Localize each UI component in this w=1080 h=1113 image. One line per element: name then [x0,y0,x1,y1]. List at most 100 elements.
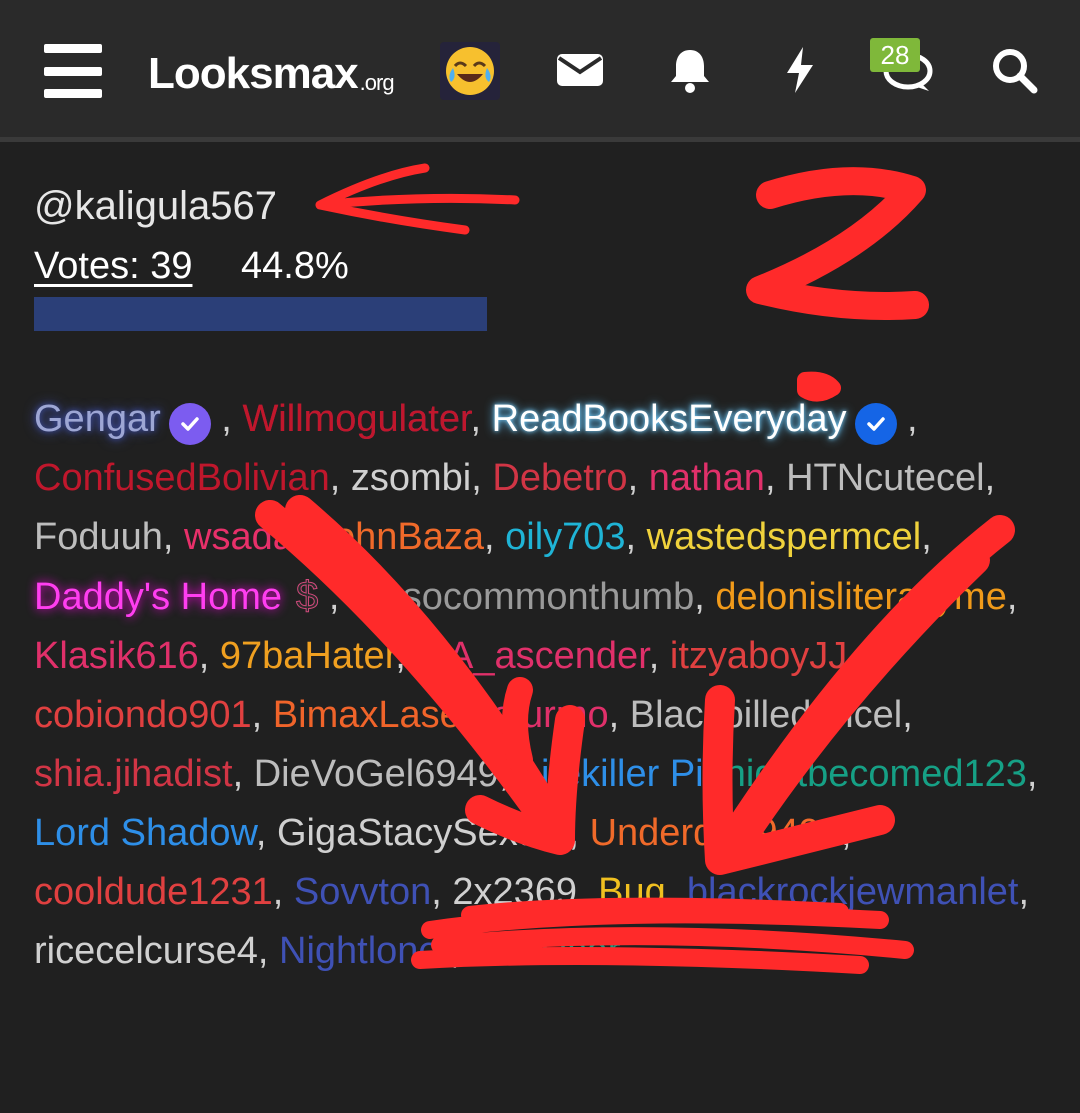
separator: , [255,812,277,854]
voter-link[interactable]: wsada [184,516,294,558]
separator: , [577,871,599,913]
search-icon[interactable] [984,40,1044,100]
voter-link[interactable]: ricecelcurse4 [34,930,258,972]
voter-link[interactable]: Lord Shadow [34,812,256,854]
separator: , [232,753,254,795]
voter-link[interactable]: cobiondo901 [34,694,252,736]
separator: , [329,457,351,499]
separator: , [1026,753,1038,795]
separator: , [198,635,220,677]
separator: , [665,871,687,913]
voter-link[interactable]: Sovvton [294,871,431,913]
separator: , [210,398,243,440]
voter-link[interactable]: 97baHater [220,635,395,677]
annotation-number-2 [746,167,929,320]
voter-link[interactable]: cooldude1231 [34,871,273,913]
voter-link[interactable]: BimaxLaser [273,694,472,736]
mail-icon[interactable] [550,40,610,100]
voter-link[interactable]: DieVoGel6949 [254,753,499,795]
voter-link[interactable]: delonisliterallyme [715,576,1006,618]
separator: , [471,694,493,736]
voter-link[interactable]: JohnBaza [315,516,484,558]
crying-laughing-emoji-icon[interactable] [440,42,500,100]
voter-link[interactable]: Willmogulater [242,398,470,440]
voter-link[interactable]: alurmo [492,694,608,736]
voter-link[interactable]: shia.jihadist [34,753,233,795]
voter-link[interactable]: MA_ascender [416,635,648,677]
voter-link[interactable]: Bug [598,871,666,913]
separator: , [627,457,649,499]
separator: , [902,694,913,736]
voter-link[interactable]: nathan [649,457,765,499]
dollar-icon: $ [296,574,319,619]
menu-icon[interactable] [44,44,102,98]
separator: , [841,812,852,854]
top-navigation-bar: Looksmax .org 28 [0,0,1080,142]
separator: , [694,576,716,618]
separator: , [272,871,294,913]
separator: , [251,694,273,736]
voter-link[interactable]: itzyaboyJJ [670,635,847,677]
separator: , [608,694,630,736]
separator: , [471,457,493,499]
separator: , [764,457,787,499]
voter-link[interactable]: Underdog9494 [590,812,841,854]
separator: , [498,753,520,795]
voter-link[interactable]: Blackpilled Incel [630,694,902,736]
separator: , [470,398,492,440]
separator: , [431,871,453,913]
separator: , [625,516,647,558]
notification-count-badge: 28 [870,38,920,72]
separator: , [568,812,590,854]
separator: , [703,753,725,795]
separator: , [318,576,350,618]
lightning-icon[interactable] [770,40,830,100]
votes-count-link[interactable]: Votes: 39 [34,245,192,287]
voter-link[interactable]: Klasik616 [34,635,199,677]
site-suffix: .org [359,70,395,95]
voter-link[interactable]: oily703 [505,516,625,558]
voter-link[interactable]: Daddy's Home [34,576,282,618]
voter-link[interactable]: Debetro [492,457,627,499]
annotation-arrow-left [315,163,520,235]
bell-icon[interactable] [660,40,720,100]
voter-link[interactable]: LTNUser [471,930,620,972]
separator: , [896,398,918,440]
voter-link[interactable]: blackrockjewmanlet [687,871,1019,913]
separator: , [484,516,506,558]
verified-check-icon [854,403,897,445]
site-logo[interactable]: Looksmax .org [148,44,395,104]
vote-progress-fill [34,297,488,331]
separator: , [293,516,315,558]
vote-percentage: 44.8% [241,245,349,287]
voter-link[interactable]: Litekiller Pi [520,753,704,795]
voter-link[interactable]: Nightloner [279,930,450,972]
separator: , [162,516,185,558]
verified-check-icon [168,403,211,445]
voter-list: Gengar , Willmogulater, ReadBooksEveryda… [34,390,1044,981]
site-name: Looksmax [148,49,359,98]
separator: , [921,516,932,558]
voter-link[interactable]: Foduuh [34,516,163,558]
separator: , [984,457,996,499]
voter-link[interactable]: ReadBooksEveryday [492,398,847,440]
separator: , [648,635,670,677]
separator: , [1018,871,1030,913]
voter-link[interactable]: GigaStacySexual [277,812,569,854]
vote-progress-bar [34,297,1046,331]
voter-link[interactable]: 2x2369 [452,871,577,913]
voter-link[interactable]: ConfusedBolivian [34,457,330,499]
voter-link[interactable]: notsocommonthumb [350,576,694,618]
separator: , [257,930,279,972]
separator: , [847,635,858,677]
poll-option-username[interactable]: @kaligula567 [34,184,277,229]
voter-link[interactable]: Gengar [34,398,161,440]
voter-link[interactable]: zsombi [351,457,471,499]
voter-link[interactable]: HTNcutecel [786,457,985,499]
poll-votes-row: Votes: 39 44.8% [34,245,349,288]
separator: , [450,930,472,972]
separator: , [395,635,417,677]
voter-link[interactable]: nightbecomed123 [725,753,1027,795]
separator: , [1006,576,1018,618]
voter-link[interactable]: wastedspermcel [647,516,922,558]
